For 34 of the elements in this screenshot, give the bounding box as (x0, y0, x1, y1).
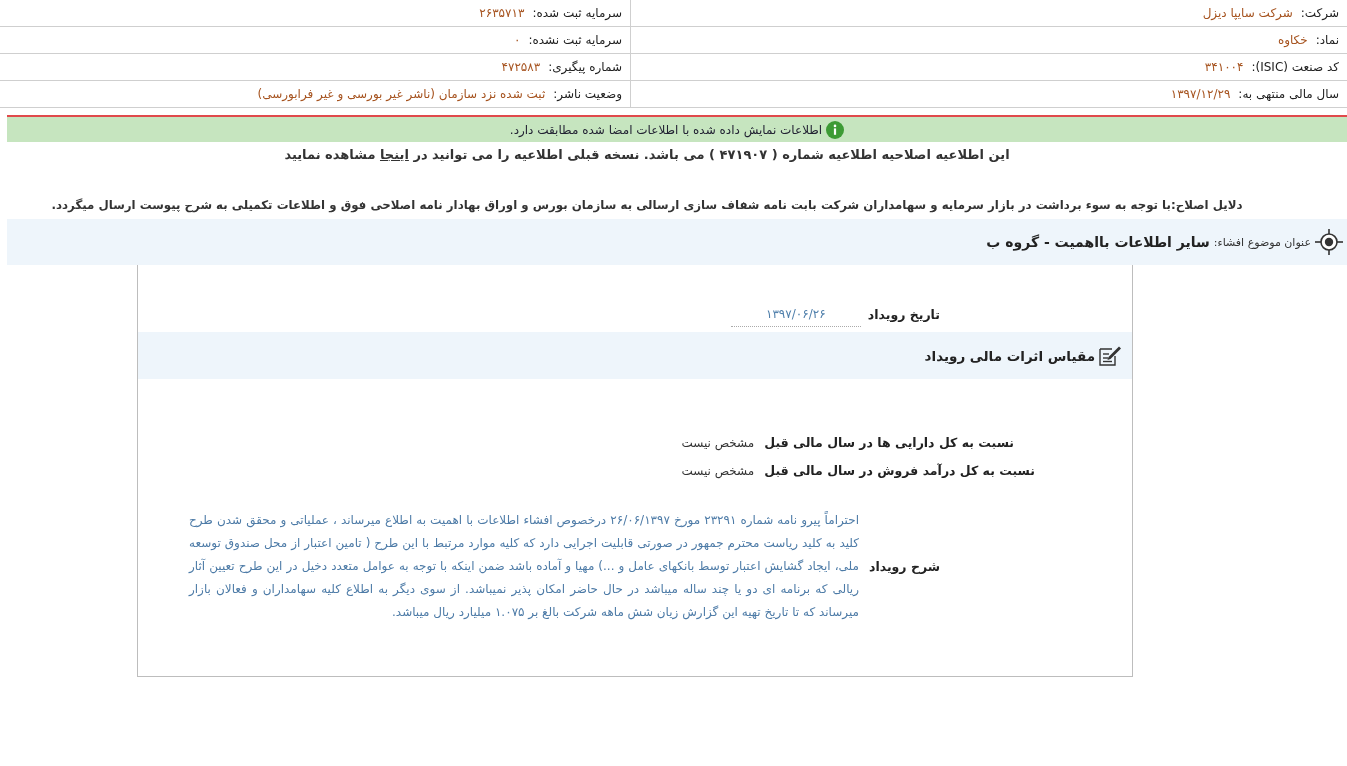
info-icon (826, 120, 845, 139)
metric-label: نسبت به کل درآمد فروش در سال مالی قبل (764, 462, 1035, 480)
description-label: شرح رویداد (869, 559, 940, 574)
description-text: احتراماً پیرو نامه شماره ۲۳۲۹۱ مورخ ۲۶/۰۶/۱۳۹۷ درخصوص افشاء اطلاعات با اهمیت به اطلاع میرساند ، عملیاتی و محقق شدن طرح کلید به کلید ریاست محترم جمهور در صورتی قابلیت اجرایی دارد که کلیه موارد مرتبط با این طرح ( تامین اعتبار از محل صندوق توسعه ملی، ایجاد گشایش اعتبار توسط بانکهای عامل و ...) مهیا و آماده باشد ضمن اینکه با توجه به عوامل متعدد دخیل در این طرح تعیین آثار ریالی که برنامه ای دو یا چند ساله میباشد در حال حاضر امکان پذیر نمیباشد. از سوی دیگر به اطلاع کلیه سهامداران و فعالان بازار میرساند که تا تاریخ تهیه این گزارش زیان شش ماهه شرکت بالغ بر ۱.۰۷۵ میلیارد ریال میباشد. (189, 510, 859, 622)
field-label: سرمایه ثبت شده: (532, 6, 622, 20)
metric-value: مشخص نیست (681, 435, 755, 453)
field-label: سرمایه ثبت نشده: (528, 33, 622, 47)
section-title: مقیاس اثرات مالی رویداد (924, 347, 1095, 364)
field-value: خکاوه (1277, 33, 1308, 47)
field-label: کد صنعت (ISIC): (1251, 60, 1339, 74)
banner-text: اطلاعات نمایش داده شده با اطلاعات امضا شده مطابقت دارد. (509, 122, 823, 137)
date-label: تاریخ رویداد (867, 305, 940, 324)
subject-title: سایر اطلاعات بااهمیت - گروه ب (986, 234, 1210, 250)
target-icon (1315, 228, 1343, 256)
previous-version-link[interactable]: اینجا (380, 147, 409, 162)
correction-reasons: دلایل اصلاح:با توجه به سوء برداشت در بازار سرمایه و سهامداران شرکت بابت نامه شفاف سازی ارسالی به سازمان بورس و اوراق بهادار نامه اصلاحی فوق و اطلاعات تکمیلی به شرح پیوست ارسال میگردد. (50, 197, 1244, 215)
field-value: ۳۴۱۰۰۴ (1204, 60, 1244, 74)
field-label: سال مالی منتهی به: (1238, 87, 1339, 101)
date-value: ۱۳۹۷/۰۶/۲۶ (730, 302, 861, 327)
field-value: ۴۷۲۵۸۳ (501, 60, 541, 74)
field-label: شماره پیگیری: (548, 60, 622, 74)
field-label: نماد: (1315, 33, 1339, 47)
field-label: وضعیت ناشر: (553, 87, 622, 101)
field-value: ۰ (513, 33, 521, 47)
field-value: ۱۳۹۷/۱۲/۲۹ (1170, 87, 1231, 101)
field-value: ثبت شده نزد سازمان (ناشر غیر بورسی و غیر فرابورسی) (257, 87, 546, 101)
metric-label: نسبت به کل دارایی ها در سال مالی قبل (764, 434, 1015, 452)
notepad-pencil-icon (1098, 344, 1122, 367)
subject-label: عنوان موضوع افشاء: (1213, 235, 1311, 249)
field-label: شرکت: (1300, 6, 1339, 20)
correction-notice: این اطلاعیه اصلاحیه اطلاعیه شماره ( ۴۷۱۹۰۷ ) می باشد. نسخه قبلی اطلاعیه را می توانید در اینجا مشاهده نمایید (283, 146, 1011, 164)
field-value: ۲۶۳۵۷۱۳ (479, 6, 525, 20)
metric-value: مشخص نیست (681, 463, 755, 481)
field-value: شرکت سایپا دیزل (1202, 6, 1293, 20)
